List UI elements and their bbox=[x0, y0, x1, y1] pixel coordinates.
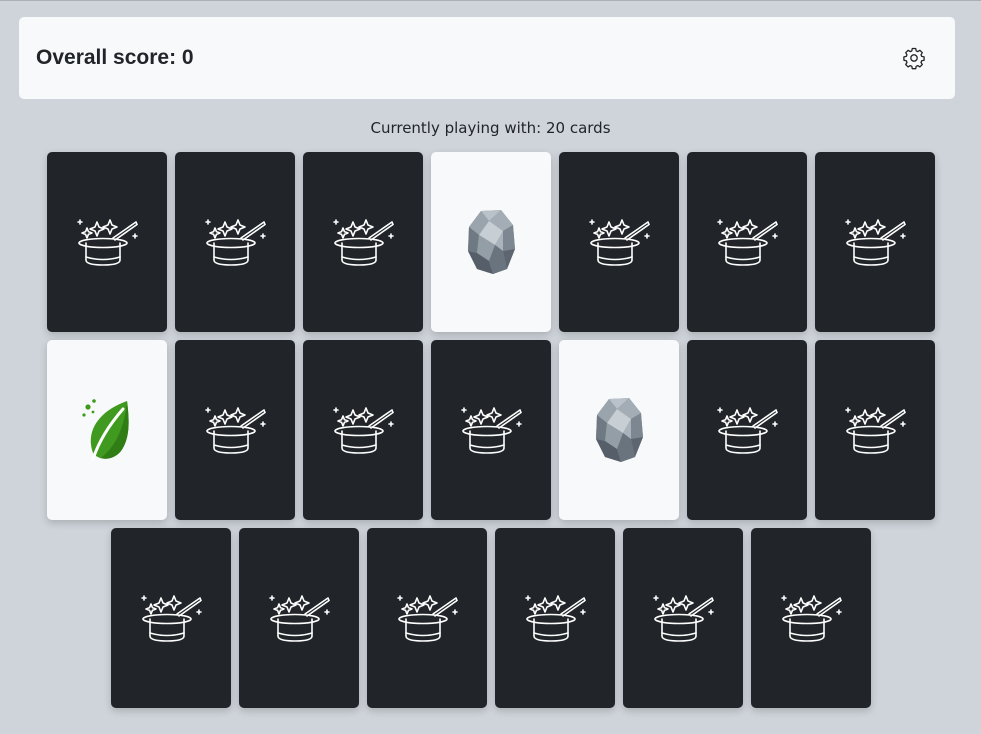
magic-hat-icon bbox=[201, 208, 269, 276]
magic-hat-icon bbox=[585, 208, 653, 276]
card-face-down[interactable] bbox=[622, 528, 743, 708]
magic-hat-icon bbox=[329, 396, 397, 464]
card-face-down[interactable] bbox=[302, 152, 423, 332]
card-board bbox=[0, 152, 981, 716]
magic-hat-icon bbox=[73, 208, 141, 276]
stone-icon bbox=[463, 207, 519, 277]
leaf-icon bbox=[79, 395, 135, 465]
score-header: Overall score: 0 bbox=[19, 17, 955, 99]
magic-hat-icon bbox=[777, 584, 845, 652]
card-face-down[interactable] bbox=[430, 340, 551, 520]
magic-hat-icon bbox=[649, 584, 717, 652]
card-face-up-leaf[interactable] bbox=[46, 340, 167, 520]
card-row bbox=[0, 340, 981, 520]
card-face-down[interactable] bbox=[814, 340, 935, 520]
overall-score: Overall score: 0 bbox=[36, 46, 194, 69]
memory-game-app: Overall score: 0 Currently playing with:… bbox=[0, 0, 981, 734]
card-face-down[interactable] bbox=[558, 152, 679, 332]
magic-hat-icon bbox=[521, 584, 589, 652]
card-face-up-stone[interactable] bbox=[430, 152, 551, 332]
card-face-down[interactable] bbox=[174, 340, 295, 520]
card-face-down[interactable] bbox=[686, 152, 807, 332]
magic-hat-icon bbox=[713, 208, 781, 276]
magic-hat-icon bbox=[201, 396, 269, 464]
magic-hat-icon bbox=[841, 396, 909, 464]
card-face-down[interactable] bbox=[46, 152, 167, 332]
gear-icon bbox=[903, 47, 925, 70]
magic-hat-icon bbox=[841, 208, 909, 276]
magic-hat-icon bbox=[457, 396, 525, 464]
card-row bbox=[0, 152, 981, 332]
magic-hat-icon bbox=[265, 584, 333, 652]
card-face-down[interactable] bbox=[110, 528, 231, 708]
settings-button[interactable] bbox=[901, 45, 927, 71]
cards-count-status: Currently playing with: 20 cards bbox=[370, 119, 611, 137]
magic-hat-icon bbox=[713, 396, 781, 464]
card-face-down[interactable] bbox=[174, 152, 295, 332]
magic-hat-icon bbox=[329, 208, 397, 276]
card-face-up-stone[interactable] bbox=[558, 340, 679, 520]
card-face-down[interactable] bbox=[366, 528, 487, 708]
card-face-down[interactable] bbox=[814, 152, 935, 332]
magic-hat-icon bbox=[393, 584, 461, 652]
card-face-down[interactable] bbox=[302, 340, 423, 520]
stone-icon bbox=[591, 395, 647, 465]
card-face-down[interactable] bbox=[238, 528, 359, 708]
card-face-down[interactable] bbox=[686, 340, 807, 520]
card-face-down[interactable] bbox=[750, 528, 871, 708]
card-row bbox=[0, 528, 981, 708]
card-face-down[interactable] bbox=[494, 528, 615, 708]
magic-hat-icon bbox=[137, 584, 205, 652]
